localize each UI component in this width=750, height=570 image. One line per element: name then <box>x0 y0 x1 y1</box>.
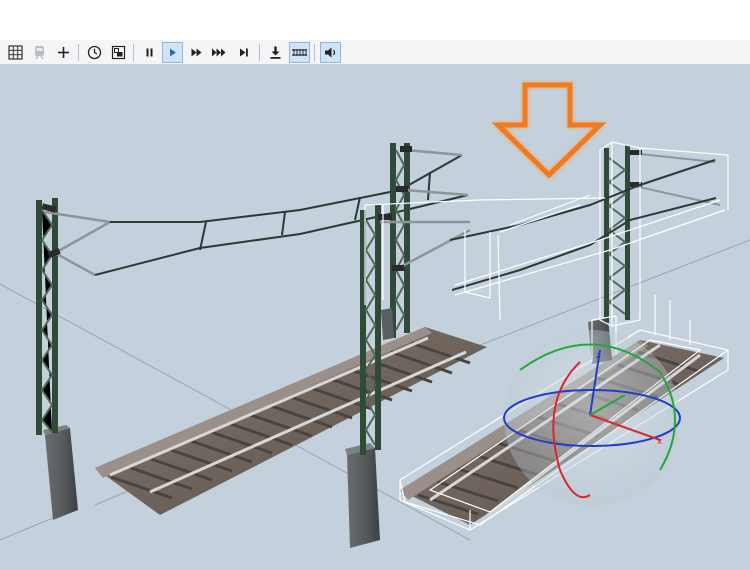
faster-forward-button[interactable] <box>209 42 230 63</box>
track-icon <box>292 49 307 56</box>
toolbar-separator <box>314 44 315 61</box>
minimap-button[interactable] <box>108 42 129 63</box>
track-button[interactable] <box>289 42 310 63</box>
toolbar-separator <box>259 44 260 61</box>
download-icon <box>270 46 281 59</box>
train-icon <box>35 46 44 60</box>
play-icon <box>170 48 176 57</box>
faster-forward-icon <box>212 48 226 57</box>
highlight-arrow-icon <box>490 82 608 180</box>
pause-icon <box>146 48 153 57</box>
3d-viewport[interactable]: z x <box>0 65 750 570</box>
fast-forward-button[interactable] <box>186 42 207 63</box>
transform-gizmo[interactable]: z x <box>503 330 681 506</box>
add-button[interactable] <box>53 42 74 63</box>
gizmo-z-label: z <box>596 351 601 361</box>
fast-forward-icon <box>191 48 202 57</box>
toolbar <box>0 40 750 65</box>
gizmo-x-label: x <box>657 437 663 447</box>
toolbar-separator <box>133 44 134 61</box>
clock-icon <box>87 45 102 60</box>
pause-button[interactable] <box>139 42 160 63</box>
step-forward-icon <box>240 48 248 57</box>
catenary-wire <box>94 154 469 276</box>
clock-button[interactable] <box>84 42 105 63</box>
train-button[interactable] <box>29 42 50 63</box>
sound-icon <box>325 47 336 58</box>
add-icon <box>58 47 69 58</box>
catenary-mast-selected[interactable] <box>588 141 729 364</box>
scene: z x <box>0 82 750 548</box>
grid-icon <box>8 45 23 60</box>
toolbar-separator <box>78 44 79 61</box>
grid-button[interactable] <box>5 42 26 63</box>
sound-button[interactable] <box>320 42 341 63</box>
download-button[interactable] <box>265 42 286 63</box>
top-bar <box>0 0 750 41</box>
minimap-icon <box>111 45 126 60</box>
step-forward-button[interactable] <box>233 42 254 63</box>
play-button[interactable] <box>162 42 183 63</box>
catenary-wire-selected[interactable] <box>364 159 726 321</box>
